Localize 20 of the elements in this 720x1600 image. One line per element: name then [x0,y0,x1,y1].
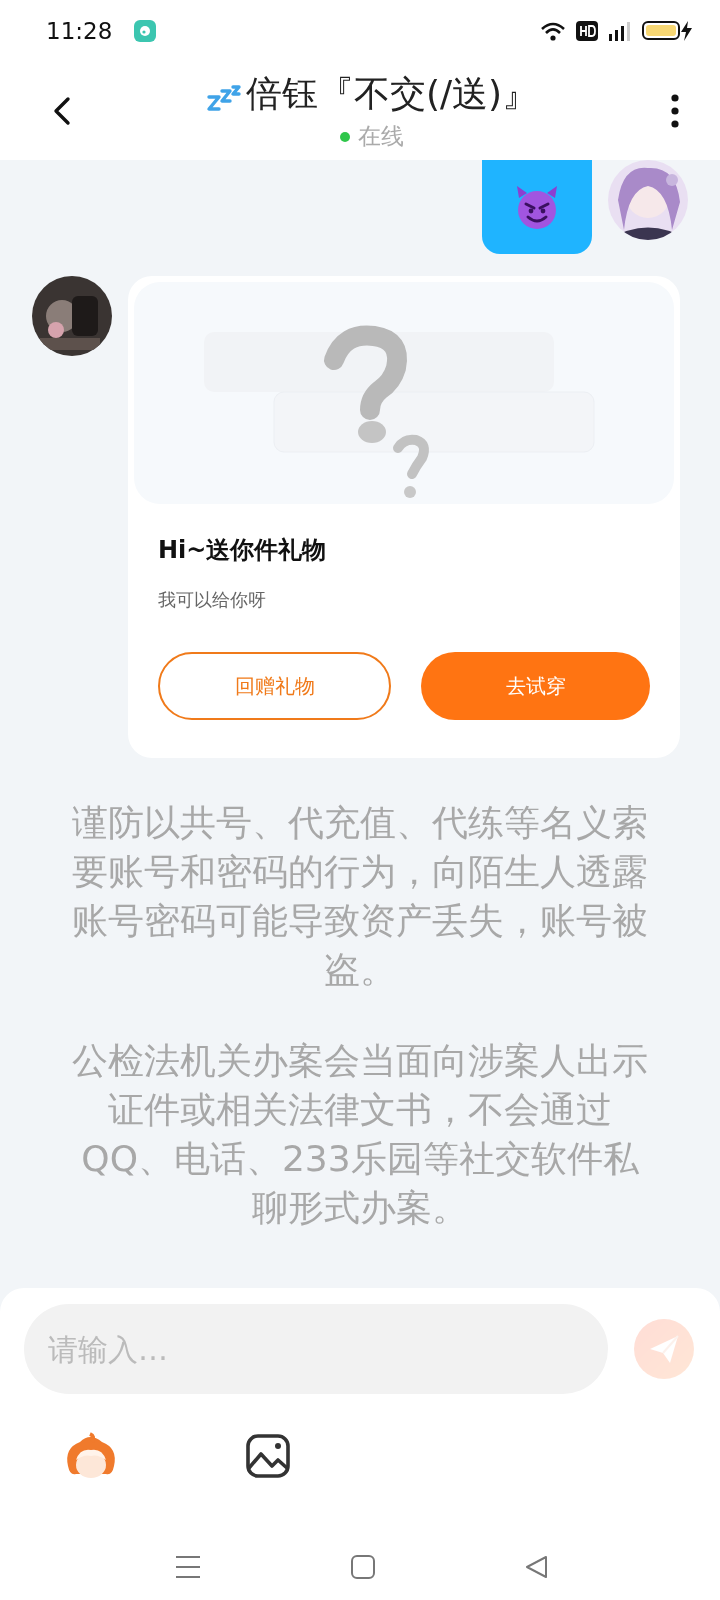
home-icon[interactable] [350,1554,376,1580]
send-icon [648,1333,680,1365]
back-nav-icon[interactable] [524,1554,550,1580]
more-icon[interactable] [670,93,680,129]
gift-title: Hi~送你件礼物 [158,535,328,566]
presence-status: 在线 [358,122,404,151]
contact-name: 倍钰『不交(/送)』 [245,72,539,116]
try-on-button[interactable]: 去试穿 [421,652,650,720]
gift-message: 我可以给你呀 [158,588,267,612]
safety-notice: 谨防以共号、代充值、代练等名义索要账号和密码的行为，向陌生人透露账号密码可能导致资产丢失，账号被盗。 [72,801,648,992]
wifi-icon [540,20,566,42]
notification-icon [134,20,157,42]
signal-icon [608,20,632,42]
image-icon[interactable] [246,1434,290,1478]
clock-time: 11:28 [46,18,113,44]
menu-icon[interactable] [174,1554,202,1580]
safety-notice: 公检法机关办案会当面向涉案人出示证件或相关法律文书，不会通过QQ、电话、233乐园等社交软件私聊形式办案。 [72,1039,648,1230]
battery-charging-icon [642,19,692,43]
hd-icon [576,20,598,42]
return-gift-button[interactable]: 回赠礼物 [158,652,391,720]
